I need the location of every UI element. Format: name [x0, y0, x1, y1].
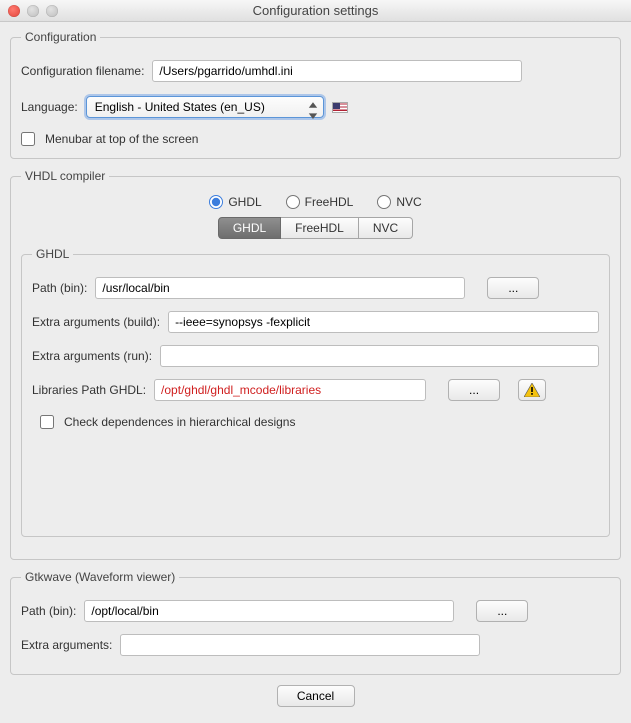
gtkwave-group: Gtkwave (Waveform viewer) Path (bin): ..…	[10, 570, 621, 675]
radio-ghdl-label: GHDL	[228, 195, 261, 209]
vhdl-legend: VHDL compiler	[21, 169, 109, 183]
menubar-checkbox[interactable]	[21, 132, 35, 146]
ghdl-lib-browse-button[interactable]: ...	[448, 379, 500, 401]
config-filename-label: Configuration filename:	[21, 64, 144, 78]
radio-nvc[interactable]: NVC	[377, 195, 421, 209]
ghdl-extra-build-input[interactable]	[168, 311, 599, 333]
language-select-wrap: English - United States (en_US)	[86, 96, 324, 118]
ghdl-group: GHDL Path (bin): ... Extra arguments (bu…	[21, 247, 610, 537]
warning-icon	[524, 383, 540, 397]
radio-ghdl-input[interactable]	[209, 195, 223, 209]
language-label: Language:	[21, 100, 78, 114]
ghdl-extra-run-input[interactable]	[160, 345, 599, 367]
compiler-tabbar: GHDL FreeHDL NVC	[21, 217, 610, 239]
check-deps-label: Check dependences in hierarchical design…	[64, 415, 295, 429]
menubar-label: Menubar at top of the screen	[45, 132, 198, 146]
ghdl-path-browse-button[interactable]: ...	[487, 277, 539, 299]
gtkwave-legend: Gtkwave (Waveform viewer)	[21, 570, 179, 584]
gtkwave-extra-input[interactable]	[120, 634, 480, 656]
configuration-group: Configuration Configuration filename: La…	[10, 30, 621, 159]
ghdl-legend: GHDL	[32, 247, 73, 261]
gtkwave-path-browse-button[interactable]: ...	[476, 600, 528, 622]
cancel-button[interactable]: Cancel	[277, 685, 355, 707]
gtkwave-path-input[interactable]	[84, 600, 454, 622]
flag-us-icon	[332, 102, 348, 113]
radio-nvc-input[interactable]	[377, 195, 391, 209]
tab-ghdl[interactable]: GHDL	[218, 217, 281, 239]
tab-freehdl[interactable]: FreeHDL	[281, 217, 359, 239]
radio-freehdl-label: FreeHDL	[305, 195, 354, 209]
radio-freehdl-input[interactable]	[286, 195, 300, 209]
ghdl-path-input[interactable]	[95, 277, 465, 299]
config-filename-input[interactable]	[152, 60, 522, 82]
titlebar: Configuration settings	[0, 0, 631, 22]
ghdl-lib-input[interactable]	[154, 379, 426, 401]
vhdl-compiler-group: VHDL compiler GHDL FreeHDL NVC GHDL Free…	[10, 169, 621, 560]
gtkwave-path-label: Path (bin):	[21, 604, 76, 618]
gtkwave-extra-label: Extra arguments:	[21, 638, 112, 652]
radio-nvc-label: NVC	[396, 195, 421, 209]
radio-ghdl[interactable]: GHDL	[209, 195, 261, 209]
language-select[interactable]: English - United States (en_US)	[86, 96, 324, 118]
check-deps-checkbox[interactable]	[40, 415, 54, 429]
tab-nvc[interactable]: NVC	[359, 217, 413, 239]
ghdl-path-label: Path (bin):	[32, 281, 87, 295]
radio-freehdl[interactable]: FreeHDL	[286, 195, 354, 209]
ghdl-extra-run-label: Extra arguments (run):	[32, 349, 152, 363]
configuration-legend: Configuration	[21, 30, 100, 44]
ghdl-lib-label: Libraries Path GHDL:	[32, 383, 146, 397]
window-title: Configuration settings	[0, 3, 631, 18]
ghdl-extra-build-label: Extra arguments (build):	[32, 315, 160, 329]
ghdl-lib-warning-button[interactable]	[518, 379, 546, 401]
